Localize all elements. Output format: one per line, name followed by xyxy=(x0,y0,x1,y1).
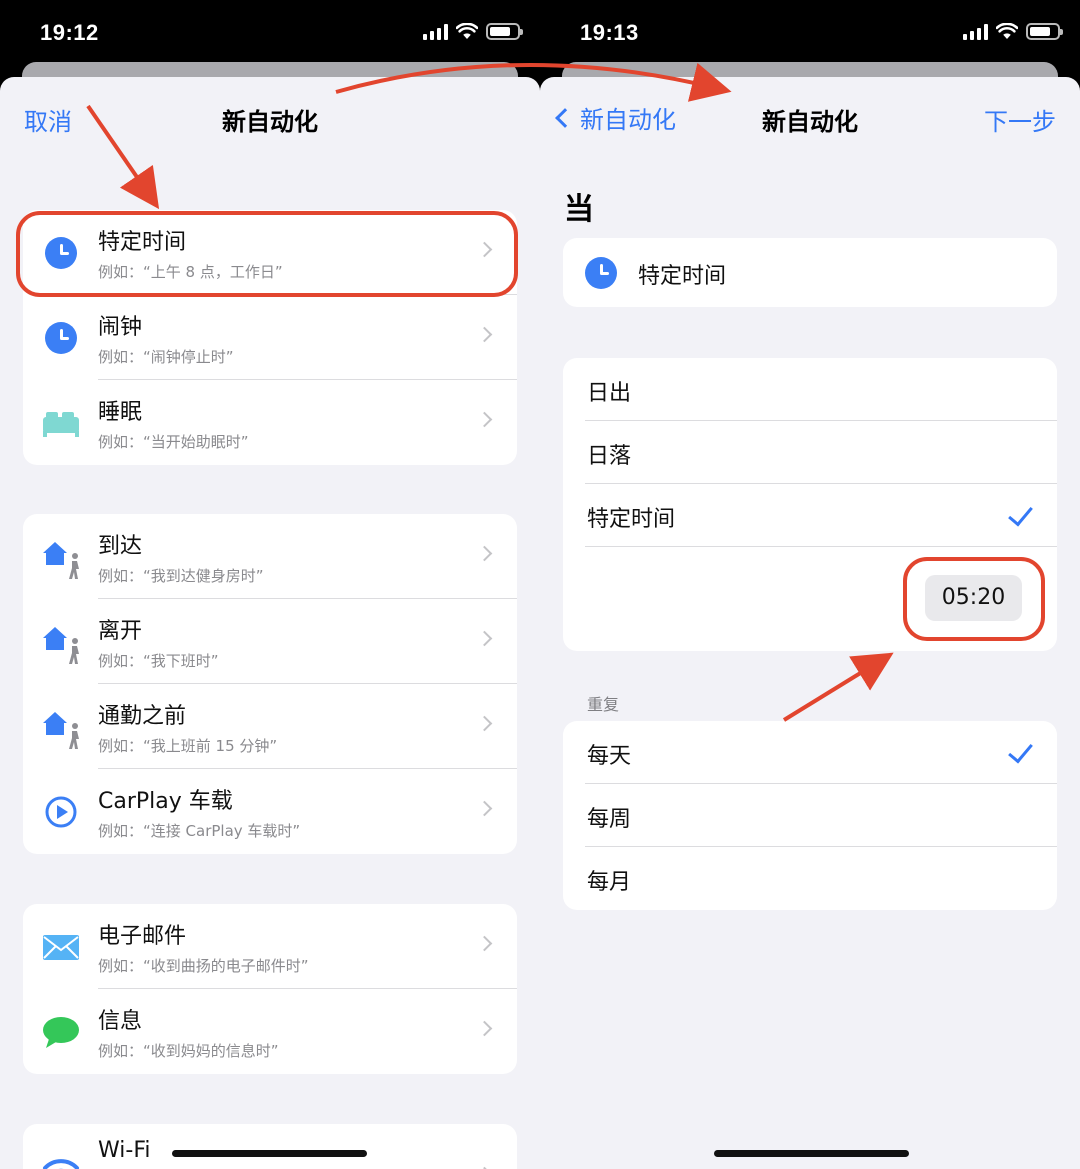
signal-icon xyxy=(963,23,988,40)
row-title: 电子邮件 xyxy=(98,924,187,949)
new-automation-sheet: 取消 新自动化 特定时间 例如：“上午 8 点，工作日” 闹钟 例如：“闹钟停止… xyxy=(0,77,540,1169)
right-screen: 19:13 新自动化 新自动化 下一步 当 特定时间 日出 日落 特定时间 重复… xyxy=(540,0,1080,1169)
row-title: Wi-Fi xyxy=(98,1138,151,1163)
option-monthly[interactable]: 每月 xyxy=(563,847,1057,910)
status-time: 19:13 xyxy=(580,20,639,45)
row-subtitle: 例如：“我下班时” xyxy=(98,652,219,670)
trigger-group-network: Wi-Fi xyxy=(23,1124,517,1169)
home-indicator[interactable] xyxy=(714,1150,909,1157)
trigger-row-email[interactable]: 电子邮件 例如：“收到曲扬的电子邮件时” xyxy=(23,904,517,989)
row-title: 离开 xyxy=(98,619,143,644)
trigger-row-arrive[interactable]: 到达 例如：“我到达健身房时” xyxy=(23,514,517,599)
row-title: 特定时间 xyxy=(638,264,727,289)
selected-trigger-row: 特定时间 xyxy=(563,238,1057,307)
navigation-bar: 新自动化 新自动化 下一步 xyxy=(540,77,1080,159)
next-button[interactable]: 下一步 xyxy=(984,102,1056,137)
annotation-highlight-box xyxy=(903,557,1045,641)
signal-icon xyxy=(423,23,448,40)
chevron-right-icon xyxy=(476,1020,493,1037)
row-subtitle: 例如：“收到妈妈的信息时” xyxy=(98,1042,279,1060)
option-label: 日出 xyxy=(587,381,632,406)
trigger-row-carplay[interactable]: CarPlay 车载 例如：“连接 CarPlay 车载时” xyxy=(23,769,517,854)
wifi-icon xyxy=(41,1152,81,1169)
trigger-row-leave[interactable]: 离开 例如：“我下班时” xyxy=(23,599,517,684)
row-title: 通勤之前 xyxy=(98,704,187,729)
clock-icon xyxy=(581,253,621,293)
chevron-right-icon xyxy=(476,326,493,343)
row-title: CarPlay 车载 xyxy=(98,789,233,814)
message-icon xyxy=(41,1012,81,1052)
option-sunrise[interactable]: 日出 xyxy=(563,358,1057,421)
option-sunset[interactable]: 日落 xyxy=(563,421,1057,484)
chevron-right-icon xyxy=(476,935,493,952)
row-subtitle: 例如：“连接 CarPlay 车载时” xyxy=(98,822,301,840)
trigger-group-communication: 电子邮件 例如：“收到曲扬的电子邮件时” 信息 例如：“收到妈妈的信息时” xyxy=(23,904,517,1074)
home-person-icon xyxy=(41,537,81,579)
trigger-row-sleep[interactable]: 睡眠 例如：“当开始助眠时” xyxy=(23,380,517,465)
row-title: 到达 xyxy=(98,534,143,559)
chevron-right-icon xyxy=(476,800,493,817)
repeat-label: 重复 xyxy=(587,695,620,714)
wifi-status-icon xyxy=(996,23,1018,39)
option-label: 特定时间 xyxy=(587,507,676,532)
trigger-row-message[interactable]: 信息 例如：“收到妈妈的信息时” xyxy=(23,989,517,1074)
chevron-right-icon xyxy=(476,411,493,428)
trigger-group-location: 到达 例如：“我到达健身房时” 离开 例如：“我下班时” 通勤之前 例如：“我上… xyxy=(23,514,517,854)
alarm-clock-icon xyxy=(41,318,81,358)
row-subtitle: 例如：“我上班前 15 分钟” xyxy=(98,737,278,755)
trigger-row-commute[interactable]: 通勤之前 例如：“我上班前 15 分钟” xyxy=(23,684,517,769)
status-bar: 19:12 xyxy=(0,0,540,64)
chevron-right-icon xyxy=(476,630,493,647)
row-subtitle: 例如：“闹钟停止时” xyxy=(98,348,234,366)
bed-icon xyxy=(41,403,81,443)
option-specific-time[interactable]: 特定时间 xyxy=(563,484,1057,547)
option-label: 每周 xyxy=(587,807,632,832)
when-header: 当 xyxy=(564,192,594,227)
trigger-row-wifi[interactable]: Wi-Fi xyxy=(23,1124,517,1169)
row-title: 信息 xyxy=(98,1009,143,1034)
row-subtitle: 例如：“当开始助眠时” xyxy=(98,433,249,451)
page-title: 新自动化 xyxy=(222,108,318,136)
option-daily[interactable]: 每天 xyxy=(563,721,1057,784)
navigation-bar: 取消 新自动化 xyxy=(0,77,540,159)
checkmark-icon xyxy=(1008,737,1033,764)
option-label: 日落 xyxy=(587,444,632,469)
mail-icon xyxy=(41,927,81,967)
chevron-right-icon xyxy=(476,545,493,562)
battery-icon xyxy=(1026,23,1063,40)
option-label: 每月 xyxy=(587,870,632,895)
row-title: 闹钟 xyxy=(98,315,143,340)
status-bar: 19:13 xyxy=(540,0,1080,64)
battery-icon xyxy=(486,23,523,40)
row-subtitle: 例如：“我到达健身房时” xyxy=(98,567,264,585)
selected-trigger-card: 特定时间 xyxy=(563,238,1057,307)
status-time: 19:12 xyxy=(40,20,99,45)
wifi-status-icon xyxy=(456,23,478,39)
option-weekly[interactable]: 每周 xyxy=(563,784,1057,847)
annotation-highlight-box xyxy=(16,211,518,297)
chevron-right-icon xyxy=(476,715,493,732)
trigger-row-alarm[interactable]: 闹钟 例如：“闹钟停止时” xyxy=(23,295,517,380)
home-person-icon xyxy=(41,707,81,749)
left-screen: 19:12 取消 新自动化 特定时间 例如：“上午 8 点，工作日” 闹钟 例如… xyxy=(0,0,540,1169)
home-indicator[interactable] xyxy=(172,1150,367,1157)
carplay-icon xyxy=(41,792,81,832)
checkmark-icon xyxy=(1008,500,1033,527)
home-person-icon xyxy=(41,622,81,664)
option-label: 每天 xyxy=(587,744,632,769)
repeat-options-group: 每天 每周 每月 xyxy=(563,721,1057,910)
row-subtitle: 例如：“收到曲扬的电子邮件时” xyxy=(98,957,309,975)
row-title: 睡眠 xyxy=(98,400,143,425)
